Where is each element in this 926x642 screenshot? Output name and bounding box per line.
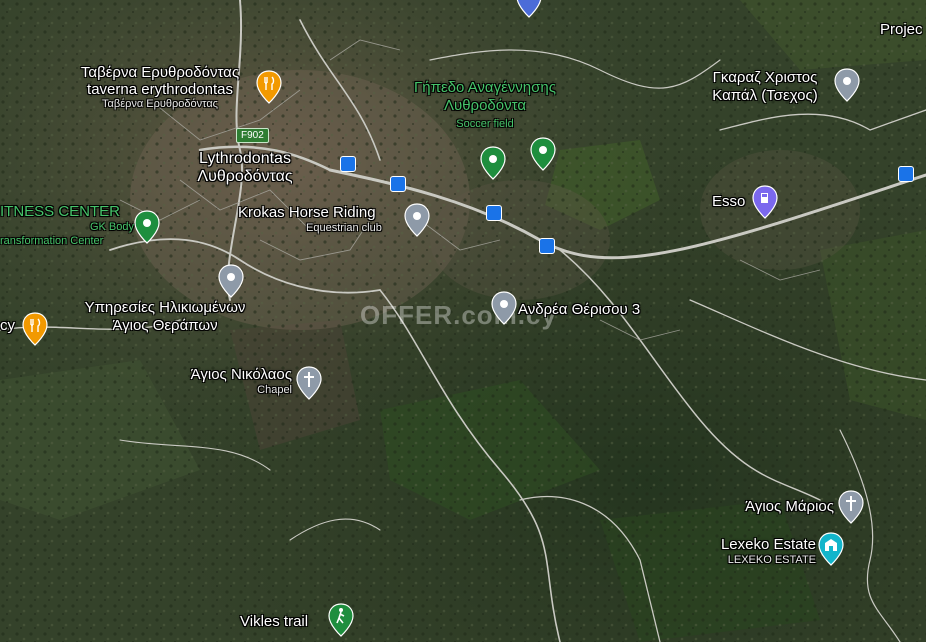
label-projec[interactable]: Projec: [880, 21, 923, 38]
label-garaz-2[interactable]: Καπάλ (Τσεχος): [690, 87, 840, 104]
bus-stop-icon[interactable]: [340, 156, 356, 172]
label-taverna-en[interactable]: taverna erythrodontas: [60, 81, 260, 98]
label-lythrodontas-en[interactable]: Lythrodontas: [170, 150, 320, 167]
church-cross-icon[interactable]: [838, 490, 864, 524]
church-cross-icon[interactable]: [296, 366, 322, 400]
label-lexeko[interactable]: Lexeko Estate: [690, 536, 816, 553]
bus-stop-icon[interactable]: [486, 205, 502, 221]
label-gipedo-1[interactable]: Γήπεδο Αναγέννησης: [395, 79, 575, 96]
label-ypiresies[interactable]: Υπηρεσίες Ηλικιωμένων: [50, 299, 280, 316]
label-esso[interactable]: Esso: [712, 193, 745, 210]
hiker-icon[interactable]: [328, 603, 354, 637]
satellite-map[interactable]: OFFER.com.cy Projec Ταβέρνα Ερυθροδόντας…: [0, 0, 926, 642]
restaurant-pin-icon[interactable]: [22, 312, 48, 346]
place-pin-icon[interactable]: [404, 203, 430, 237]
label-krokas[interactable]: Krokas Horse Riding: [238, 204, 376, 221]
bus-stop-icon[interactable]: [539, 238, 555, 254]
label-garaz-1[interactable]: Γκαραζ Χριστος: [690, 69, 840, 86]
place-pin-icon[interactable]: [218, 264, 244, 298]
label-agios-therapon[interactable]: Άγιος Θεράπων: [50, 317, 280, 334]
place-pin-icon[interactable]: [516, 0, 542, 18]
label-gk-1: GK Body: [89, 221, 134, 233]
bus-stop-icon[interactable]: [390, 176, 406, 192]
place-pin-icon[interactable]: [491, 291, 517, 325]
place-pin-icon[interactable]: [834, 68, 860, 102]
label-agios-marios[interactable]: Άγιος Μάριος: [690, 498, 834, 515]
sports-pin-icon[interactable]: [480, 146, 506, 180]
building-icon[interactable]: [818, 532, 844, 566]
label-cy[interactable]: cy: [0, 317, 15, 334]
label-chapel: Chapel: [257, 384, 292, 396]
restaurant-pin-icon[interactable]: [256, 70, 282, 104]
label-vikles-trail[interactable]: Vikles trail: [240, 613, 308, 630]
label-andrea[interactable]: Ανδρέα Θέρισου 3: [518, 301, 640, 318]
label-taverna-gr[interactable]: Ταβέρνα Ερυθροδόντας: [60, 64, 260, 81]
label-lexeko-sub: LEXEKO ESTATE: [727, 554, 816, 566]
bus-stop-icon[interactable]: [898, 166, 914, 182]
road-shield-f902: F902: [236, 128, 269, 143]
label-gipedo-sub: Soccer field: [456, 118, 514, 130]
label-agios-nikolaos[interactable]: Άγιος Νικόλαος: [140, 366, 292, 383]
label-fitness-center[interactable]: ITNESS CENTER: [0, 203, 120, 220]
label-lythrodontas-gr[interactable]: Λυθροδόντας: [170, 168, 320, 185]
soccer-field-pin-icon[interactable]: [530, 137, 556, 171]
label-gk-2: ransformation Center: [0, 235, 104, 247]
fitness-pin-icon[interactable]: [134, 210, 160, 244]
label-gipedo-2[interactable]: Λυθροδόντα: [395, 97, 575, 114]
label-taverna-sub: Ταβέρνα Ερυθροδόντας: [102, 98, 218, 110]
label-krokas-sub: Equestrian club: [306, 222, 382, 234]
gas-station-icon[interactable]: [752, 185, 778, 219]
